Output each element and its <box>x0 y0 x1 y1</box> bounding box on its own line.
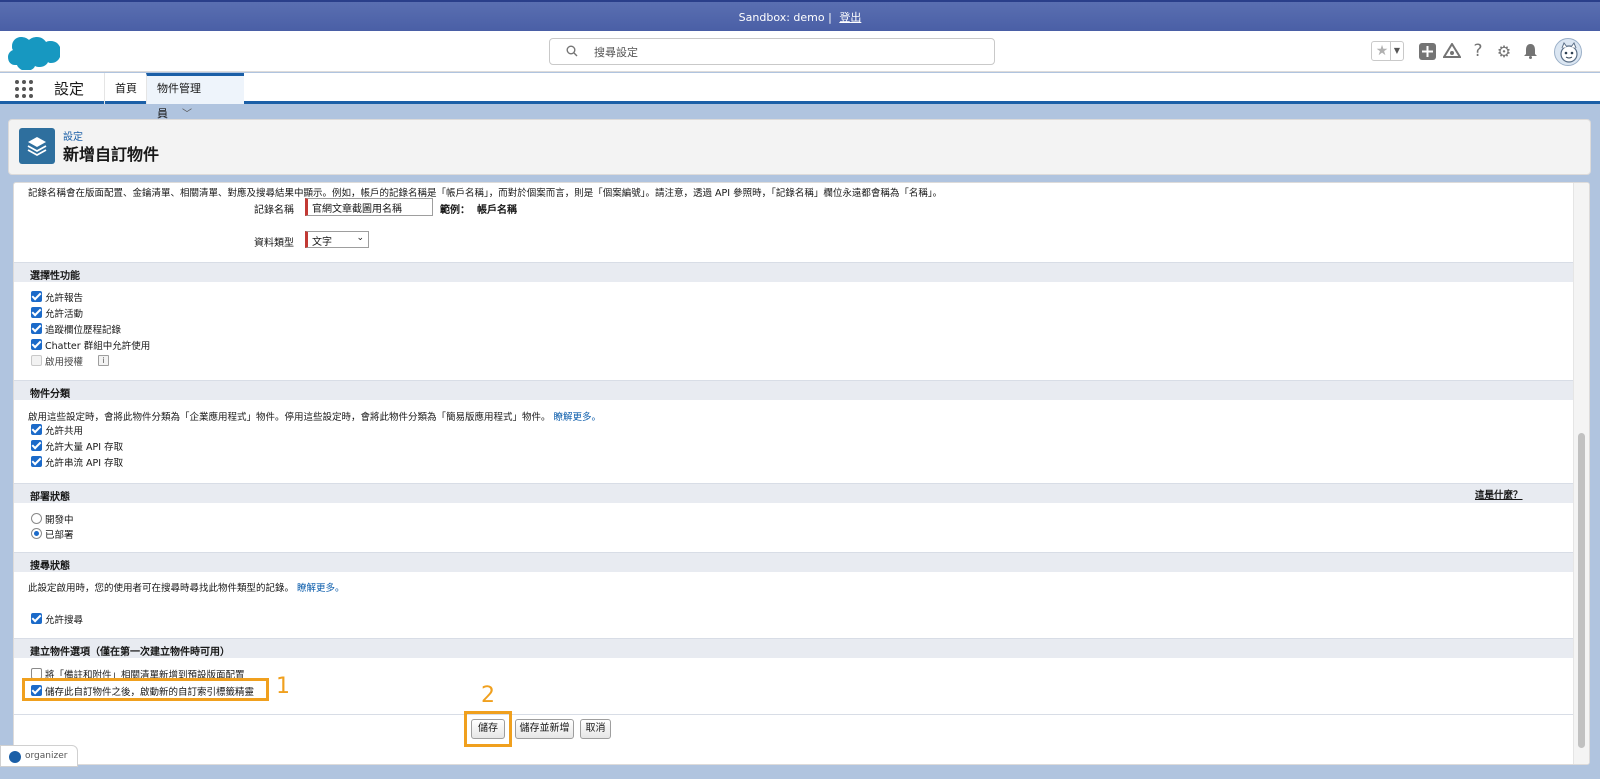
chatter-groups-label: Chatter 群組中允許使用 <box>45 341 151 352</box>
organizer-icon <box>9 751 21 763</box>
scrollbar-thumb[interactable] <box>1578 433 1585 748</box>
allow-bulk-api-checkbox[interactable] <box>31 440 42 451</box>
scrollbar[interactable] <box>1573 183 1589 764</box>
trailhead-icon[interactable] <box>1442 41 1462 61</box>
example-value: 帳戶名稱 <box>477 205 517 216</box>
logout-link[interactable]: 登出 <box>839 11 861 24</box>
search-description: 此設定啟用時，您的使用者可在搜尋時尋找此物件類型的記錄。 瞭解更多。 <box>28 580 345 594</box>
section-search-status: 搜尋狀態 <box>14 552 1574 572</box>
deploy-deployed-label: 已部署 <box>45 530 74 541</box>
cancel-button[interactable]: 取消 <box>580 719 611 739</box>
section-object-classification: 物件分類 <box>14 380 1574 400</box>
chevron-down-icon: ⌄ <box>356 233 364 243</box>
allow-streaming-api-label: 允許串流 API 存取 <box>45 458 124 469</box>
favorites-dropdown-icon[interactable]: ▼ <box>1390 42 1403 60</box>
annotation-number-1: 1 <box>276 674 290 699</box>
allow-bulk-api-label: 允許大量 API 存取 <box>45 442 124 453</box>
content-panel: 記錄名稱會在版面配置、金鑰清單、相關清單、對應及搜尋結果中顯示。例如，帳戶的記錄… <box>13 182 1590 765</box>
section-deployment-status: 部署狀態 <box>14 483 1574 503</box>
favorites-star-icon[interactable]: ★ <box>1374 42 1390 60</box>
classification-learn-more-link[interactable]: 瞭解更多。 <box>554 412 602 423</box>
notifications-bell-icon[interactable] <box>1520 41 1540 61</box>
allow-reports-checkbox[interactable] <box>31 291 42 302</box>
section-object-creation-options: 建立物件選項（僅在第一次建立物件時可用） <box>14 638 1574 658</box>
tab-object-manager[interactable]: 物件管理員 ﹀ <box>146 73 244 120</box>
save-button[interactable]: 儲存 <box>471 719 505 739</box>
search-learn-more-link[interactable]: 瞭解更多。 <box>297 583 345 594</box>
whats-this-link[interactable]: 這是什麼？ <box>1475 487 1523 501</box>
data-type-label: 資料類型 <box>254 238 294 249</box>
search-input[interactable] <box>594 43 974 61</box>
track-field-history-label: 追蹤欄位歷程記錄 <box>45 325 122 336</box>
annotation-number-2: 2 <box>481 683 495 708</box>
search-desc-text: 此設定啟用時，您的使用者可在搜尋時尋找此物件類型的記錄。 <box>28 583 295 594</box>
tab-home-label: 首頁 <box>115 82 137 95</box>
add-icon[interactable] <box>1417 41 1437 61</box>
favorites-button[interactable]: ★ ▼ <box>1371 41 1404 61</box>
object-layers-icon <box>19 128 55 164</box>
allow-sharing-label: 允許共用 <box>45 426 84 437</box>
chatter-groups-checkbox[interactable] <box>31 339 42 350</box>
enable-licensing-checkbox <box>31 355 42 366</box>
data-type-value: 文字 <box>312 237 332 248</box>
app-name: 設定 <box>54 80 85 98</box>
page-title: 新增自訂物件 <box>63 145 160 164</box>
record-name-label: 記錄名稱 <box>254 205 294 216</box>
section-optional-features: 選擇性功能 <box>14 262 1574 282</box>
page-header: 設定 新增自訂物件 <box>8 119 1591 175</box>
allow-activities-checkbox[interactable] <box>31 307 42 318</box>
tab-object-manager-label: 物件管理員 <box>157 82 201 120</box>
record-name-intro: 記錄名稱會在版面配置、金鑰清單、相關清單、對應及搜尋結果中顯示。例如，帳戶的記錄… <box>28 188 943 199</box>
allow-reports-label: 允許報告 <box>45 293 84 304</box>
save-and-new-button[interactable]: 儲存並新增 <box>515 719 574 739</box>
settings-gear-icon[interactable]: ⚙ <box>1494 41 1514 61</box>
record-name-input[interactable] <box>305 198 433 216</box>
organizer-label: organizer <box>25 751 68 761</box>
classification-desc-text: 啟用這些設定時，會將此物件分類為「企業應用程式」物件。停用這些設定時，會將此物件… <box>28 412 551 423</box>
allow-activities-label: 允許活動 <box>45 309 84 320</box>
data-type-select[interactable]: 文字 ⌄ <box>305 231 369 248</box>
track-field-history-checkbox[interactable] <box>31 323 42 334</box>
user-avatar[interactable] <box>1554 38 1582 66</box>
salesforce-logo-icon[interactable] <box>8 34 60 70</box>
context-bar: 設定 首頁 物件管理員 ﹀ <box>0 73 1600 120</box>
allow-search-label: 允許搜尋 <box>45 615 84 626</box>
global-header: ★ ▼ ? ⚙ <box>0 31 1600 72</box>
search-icon <box>566 45 578 57</box>
sandbox-label: Sandbox: demo | <box>738 11 832 24</box>
help-icon[interactable]: ? <box>1468 41 1488 61</box>
sandbox-bar: Sandbox: demo | 登出 <box>0 0 1600 31</box>
app-launcher-icon[interactable] <box>15 80 33 98</box>
allow-search-checkbox[interactable] <box>31 613 42 624</box>
highlight-box-1 <box>22 678 269 701</box>
info-icon[interactable]: i <box>98 355 109 366</box>
classification-description: 啟用這些設定時，會將此物件分類為「企業應用程式」物件。停用這些設定時，會將此物件… <box>28 409 601 423</box>
allow-streaming-api-checkbox[interactable] <box>31 456 42 467</box>
enable-licensing-label: 啟用授權 <box>45 357 84 368</box>
tab-home[interactable]: 首頁 <box>104 73 147 104</box>
deploy-in-development-radio[interactable] <box>31 513 42 524</box>
deploy-deployed-radio[interactable] <box>31 528 42 539</box>
allow-sharing-checkbox[interactable] <box>31 424 42 435</box>
search-box[interactable] <box>549 38 995 65</box>
deploy-in-development-label: 開發中 <box>45 515 74 526</box>
example-label: 範例： <box>440 205 470 216</box>
footer-divider <box>14 714 1574 715</box>
organizer-badge[interactable]: organizer <box>0 745 78 767</box>
